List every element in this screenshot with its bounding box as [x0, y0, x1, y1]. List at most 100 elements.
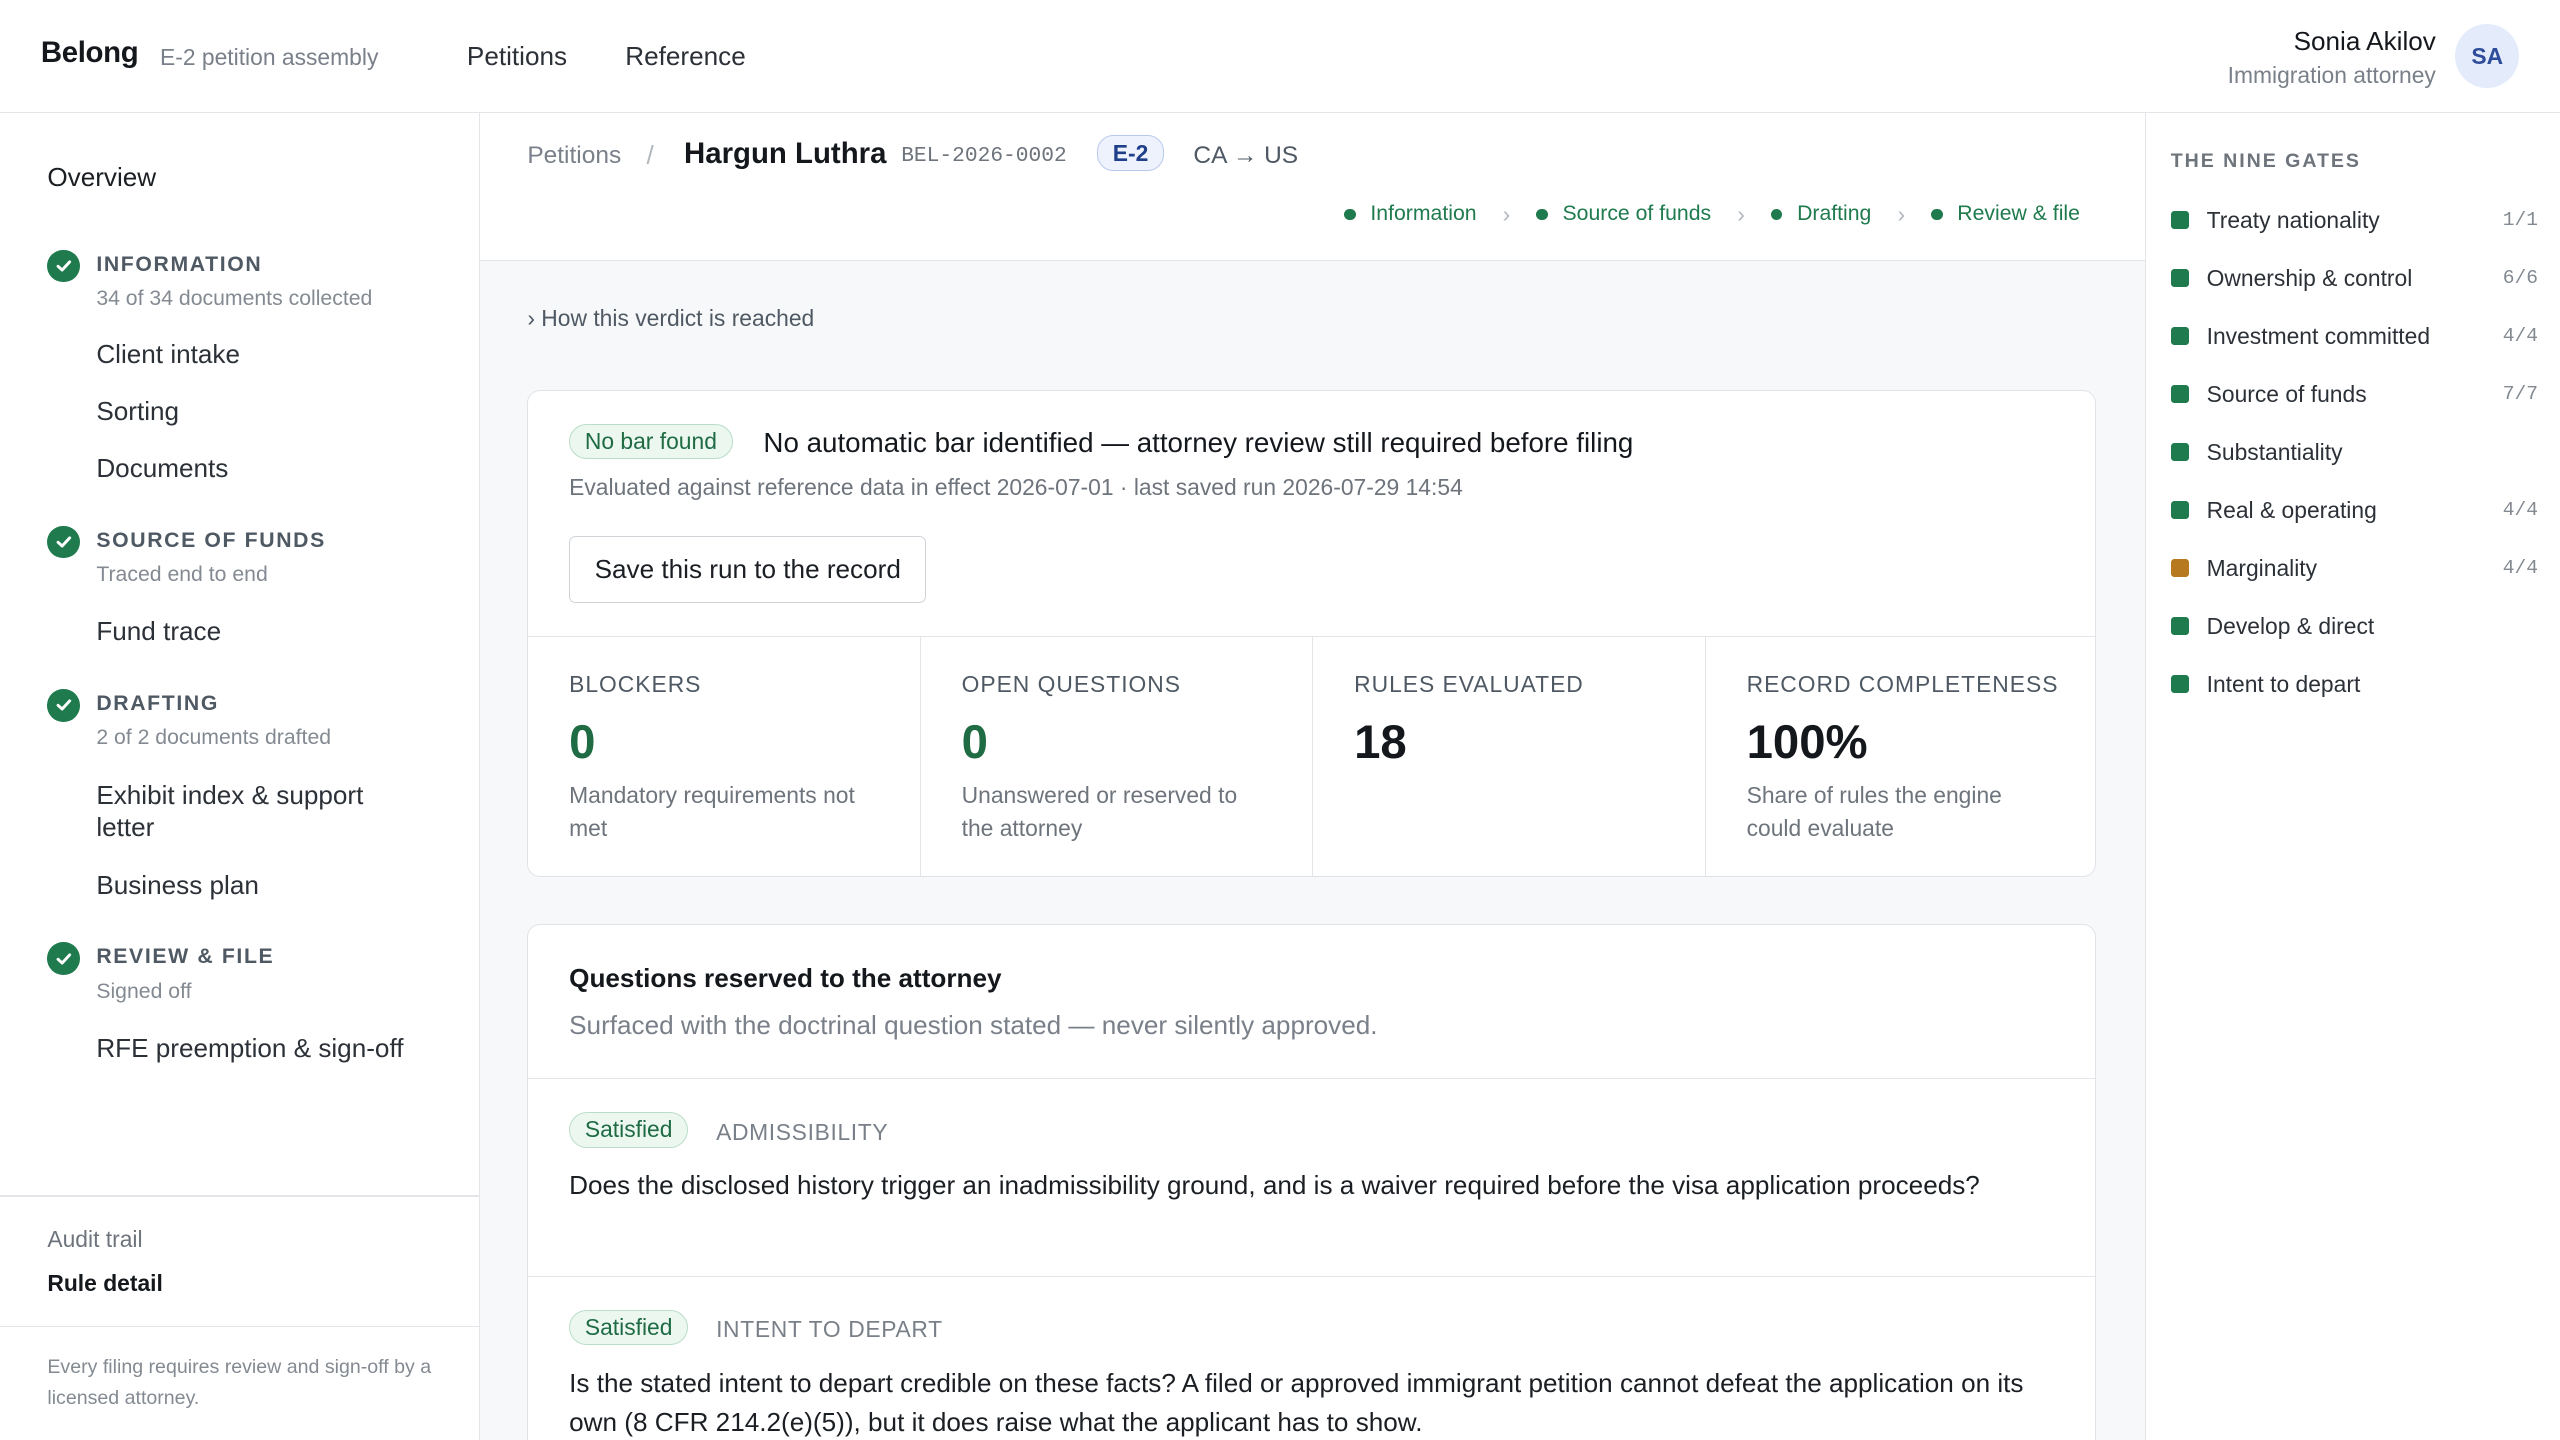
stat-label: Blockers [569, 671, 702, 698]
stat-open-questions: Open questions 0 Unanswered or reserved … [921, 637, 1314, 876]
avatar[interactable]: SA [2455, 24, 2520, 89]
gate-item[interactable]: Intent to depart [2170, 666, 2538, 702]
gate-name: Investment committed [2206, 322, 2431, 349]
sidebar-item-business-plan[interactable]: Business plan [96, 869, 423, 902]
stat-record-completeness: Record completeness 100% Share of rules … [1706, 637, 2095, 876]
step-label: Information [1370, 202, 1477, 226]
gate-count: 7/7 [2502, 383, 2539, 406]
section-title: Drafting [96, 692, 219, 716]
sidebar-item-fund-trace[interactable]: Fund trace [96, 615, 423, 648]
gate-item[interactable]: Develop & direct [2170, 608, 2538, 644]
gate-item[interactable]: Ownership & control 6/6 [2170, 260, 2538, 296]
gate-item[interactable]: Treaty nationality 1/1 [2170, 202, 2538, 238]
sidebar-item-client-intake[interactable]: Client intake [96, 338, 423, 371]
stat-description: Mandatory requirements not met [569, 782, 855, 842]
gate-status-icon [2170, 675, 2189, 693]
nav-petitions[interactable]: Petitions [467, 41, 567, 72]
gate-name: Source of funds [2206, 380, 2367, 407]
sidebar-footer-note: Every filing requires review and sign-of… [47, 1355, 432, 1409]
section-title: Source of funds [96, 528, 326, 552]
divider [0, 1325, 480, 1328]
gates-title: The nine gates [2170, 150, 2361, 173]
stat-rules-evaluated: Rules evaluated 18 [1313, 637, 1706, 876]
divider [0, 1195, 480, 1197]
stat-value: 0 [961, 715, 988, 769]
verdict-card: No bar found No automatic bar identified… [527, 390, 2097, 877]
chevron-right-icon: › [1897, 200, 1906, 227]
gate-item[interactable]: Source of funds 7/7 [2170, 376, 2539, 412]
gates-panel: The nine gates Treaty nationality 1/1 Owne… [2145, 112, 2560, 1440]
nav-reference[interactable]: Reference [625, 41, 745, 72]
gate-status-icon [2170, 501, 2189, 520]
stat-label: Open questions [961, 671, 1181, 698]
sidebar-item-rule-detail[interactable]: Rule detail [47, 1270, 163, 1297]
sidebar-item-overview[interactable]: Overview [47, 162, 156, 193]
section-title: Review & file [96, 945, 275, 969]
gate-item[interactable]: Investment committed 4/4 [2170, 318, 2539, 354]
case-id: BEL-2026-0002 [901, 143, 1067, 168]
user-role: Immigration attorney [2227, 62, 2436, 89]
gate-status-icon [2170, 617, 2189, 636]
gate-item[interactable]: Substantiality [2170, 434, 2538, 470]
section-status: Traced end to end [96, 563, 268, 587]
gate-name: Marginality [2206, 554, 2318, 581]
question-item[interactable]: Satisfied Intent to depart Is the stated… [528, 1276, 2096, 1440]
breadcrumb-petitions[interactable]: Petitions [527, 142, 621, 170]
gate-count: 4/4 [2502, 499, 2539, 522]
step-source-of-funds[interactable]: Source of funds [1536, 202, 1711, 226]
gate-status-icon [2170, 269, 2189, 288]
gate-status-icon [2170, 385, 2189, 404]
gate-status-icon [2170, 327, 2189, 346]
gate-status-icon [2170, 211, 2189, 230]
verdict-explanation-toggle[interactable]: › How this verdict is reached [527, 305, 814, 332]
brand-logo[interactable]: Belong [41, 36, 139, 70]
step-review-file[interactable]: Review & file [1931, 202, 2080, 226]
status-dot-icon [1344, 208, 1356, 220]
stat-label: Rules evaluated [1354, 671, 1584, 698]
step-label: Drafting [1797, 202, 1872, 226]
stat-value: 100% [1746, 715, 1868, 769]
gate-count: 4/4 [2502, 325, 2539, 348]
sidebar-item-audit-trail[interactable]: Audit trail [47, 1226, 142, 1253]
questions-subtitle: Surfaced with the doctrinal question sta… [569, 1009, 1378, 1040]
section-title: Information [96, 253, 263, 277]
status-dot-icon [1536, 208, 1548, 220]
gate-name: Substantiality [2206, 438, 2343, 465]
stat-value: 0 [569, 715, 596, 769]
stat-label: Record completeness [1746, 671, 2059, 698]
sidebar-item-exhibit-index[interactable]: Exhibit index & support letter [96, 779, 406, 844]
chevron-right-icon: › [1737, 200, 1745, 227]
verdict-badge: No bar found [569, 423, 733, 460]
section-status: 2 of 2 documents drafted [96, 726, 332, 750]
status-dot-icon [1770, 208, 1783, 220]
save-run-button[interactable]: Save this run to the record [569, 536, 927, 604]
breadcrumb-separator: / [646, 140, 654, 171]
client-name: Hargun Luthra [684, 137, 887, 171]
gate-item[interactable]: Marginality 4/4 [2170, 550, 2538, 586]
status-badge: Satisfied [569, 1112, 689, 1148]
check-icon [47, 525, 80, 559]
question-text: Is the stated intent to depart credible … [569, 1367, 2024, 1437]
visa-type-badge: E-2 [1097, 135, 1165, 171]
gate-name: Real & operating [2206, 496, 2377, 523]
top-bar: Belong E-2 petition assembly Petitions R… [0, 0, 2560, 113]
step-drafting[interactable]: Drafting [1770, 202, 1872, 226]
sidebar-item-sorting[interactable]: Sorting [96, 395, 423, 428]
stats-row: Blockers 0 Mandatory requirements not me… [528, 636, 2096, 876]
verdict-title: No automatic bar identified — attorney r… [763, 427, 1634, 459]
question-text: Does the disclosed history trigger an in… [569, 1170, 1980, 1200]
status-dot-icon [1931, 208, 1943, 220]
status-badge: Satisfied [569, 1309, 689, 1346]
gate-status-icon [2170, 443, 2189, 462]
step-information[interactable]: Information [1344, 202, 1477, 226]
question-item[interactable]: Satisfied Admissibility Does the disclos… [528, 1078, 2096, 1276]
section-status: 34 of 34 documents collected [96, 287, 373, 311]
gate-item[interactable]: Real & operating 4/4 [2170, 492, 2539, 528]
gate-name: Ownership & control [2206, 264, 2413, 291]
questions-title: Questions reserved to the attorney [569, 962, 1002, 993]
sidebar-item-documents[interactable]: Documents [96, 452, 423, 485]
gate-name: Develop & direct [2206, 612, 2375, 639]
sidebar-item-rfe-preemption[interactable]: RFE preemption & sign-off [96, 1032, 423, 1065]
gate-name: Intent to depart [2206, 670, 2361, 697]
check-icon [47, 688, 80, 722]
